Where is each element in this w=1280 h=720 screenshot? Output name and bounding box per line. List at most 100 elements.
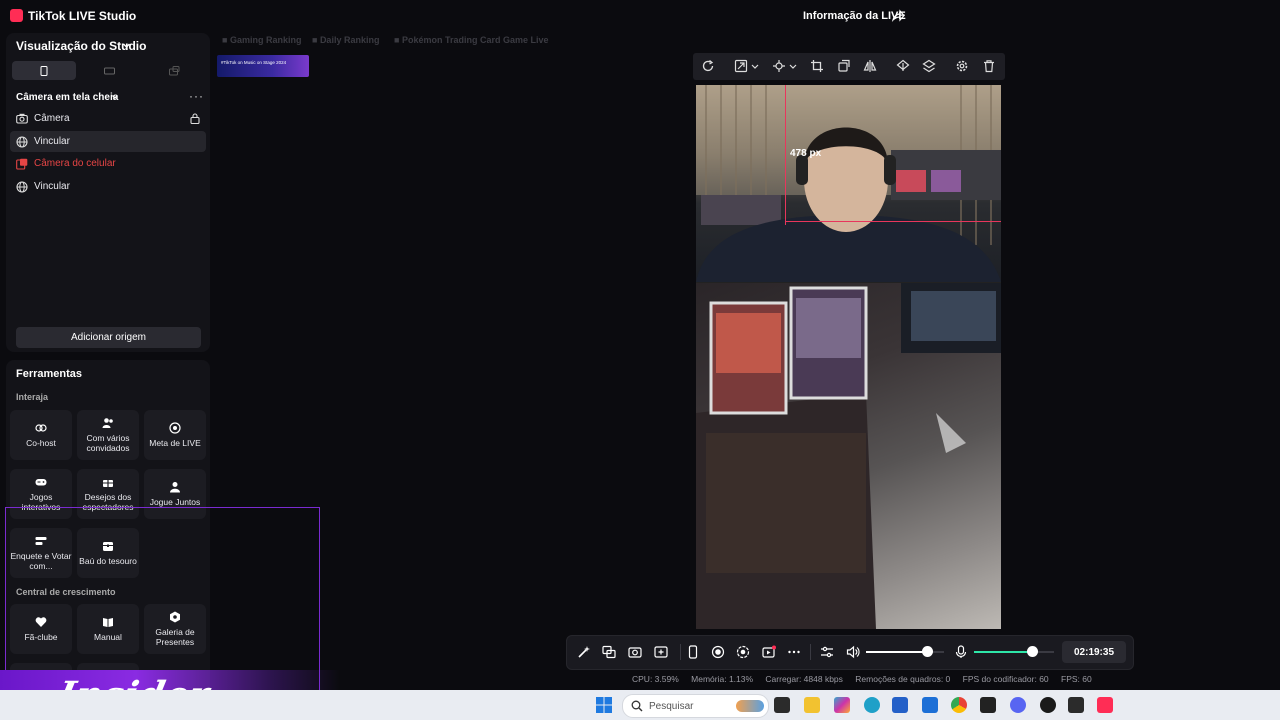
magic-wand-icon[interactable] [577,645,591,659]
portrait-icon [40,65,48,76]
dual-layout-icon [168,65,179,75]
mail-icon[interactable] [922,697,938,713]
chevron-down-icon[interactable] [751,59,759,73]
tool-label: Com vários convidados [86,433,130,453]
alignment-guide-vertical [785,85,786,225]
fps-stat: FPS: 60 [1061,674,1092,684]
trash-icon[interactable] [982,59,996,73]
users-icon [102,418,113,428]
memory-stat: Memória: 1.13% [691,674,754,684]
stats-bar: CPU: 3.59% Memória: 1.13% Carregar: 4848… [632,674,1102,684]
phone-icon[interactable] [686,645,700,659]
file-explorer-icon[interactable] [804,697,820,713]
edge-icon[interactable] [864,697,880,713]
add-source-button[interactable]: Adicionar origem [16,327,201,348]
speaker-icon[interactable] [846,645,860,659]
source-item-link-selected[interactable]: Vincular [10,131,206,152]
windows-start-icon[interactable] [596,697,612,713]
rotate-icon[interactable] [837,59,851,73]
landscape-layout-button[interactable] [77,61,141,80]
add-scene-icon[interactable] [654,645,668,659]
stream-preview[interactable]: 478 px [696,85,1001,629]
tools-title: Ferramentas [16,368,83,380]
upload-stat: Carregar: 4848 kbps [765,674,843,684]
tiktok-live-studio-icon[interactable] [1097,697,1113,713]
gift-icon [103,477,113,487]
tool-label: Meta de LIVE [149,438,201,448]
record-icon[interactable] [711,645,725,659]
tool-label: Jogue Juntos [149,497,201,507]
store-icon[interactable] [892,697,908,713]
lock-icon[interactable] [190,113,200,124]
source-item-phone-camera[interactable]: Câmera do celular [10,153,206,174]
clip-icon[interactable] [762,645,776,659]
source-label: Vincular [34,181,70,192]
volume-slider-fill [866,651,927,653]
tool-co-host[interactable]: Co-host [10,410,72,460]
chevron-down-icon[interactable] [789,59,797,73]
search-icon [631,700,643,712]
tab-pokemon-ranking[interactable]: ■ Pokémon Trading Card Game Live [394,35,548,45]
portrait-layout-button[interactable] [12,61,76,80]
tab-gaming-ranking[interactable]: ■ Gaming Ranking [222,35,301,45]
search-placeholder: Pesquisar [649,700,694,712]
refresh-icon[interactable] [701,59,715,73]
divider [680,644,681,660]
screenshot-icon[interactable] [628,645,642,659]
settings-icon[interactable] [955,59,969,73]
divider [810,644,811,660]
preview-toolbar [693,53,1005,80]
encoder-fps-stat: FPS do codificador: 60 [962,674,1049,684]
obs-icon[interactable] [1040,697,1056,713]
chevron-down-icon[interactable] [122,41,131,50]
source-item-camera[interactable]: Câmera [10,108,206,129]
tab-label: Daily Ranking [319,35,380,45]
transition-icon[interactable] [602,645,616,659]
globe-icon [16,180,28,193]
scene-more-button[interactable]: ··· [189,89,204,103]
mic-slider-fill [974,651,1032,653]
align-center-icon[interactable] [772,59,786,73]
tiktok-logo-icon [10,9,23,22]
task-view-icon[interactable] [774,697,790,713]
copilot-icon[interactable] [834,697,850,713]
fit-icon[interactable] [734,59,748,73]
webcam-scene [696,85,1001,282]
source-label: Câmera do celular [34,158,116,169]
live-timer: 02:19:35 [1062,641,1126,663]
layer-down-icon[interactable] [922,59,936,73]
volume-slider-thumb[interactable] [921,646,933,657]
audio-mixer-icon[interactable] [820,645,834,659]
mic-slider-thumb[interactable] [1026,646,1038,657]
tool-live-goal[interactable]: Meta de LIVE [144,410,206,460]
chrome-icon[interactable] [951,697,967,713]
capcut-icon[interactable] [980,697,996,713]
capcut-icon[interactable] [1068,697,1084,713]
microphone-icon[interactable] [954,645,968,659]
more-icon[interactable] [787,645,801,659]
source-item-link[interactable]: Vincular [10,176,206,197]
measure-label: 478 px [790,148,822,159]
replay-icon[interactable] [736,645,750,659]
share-icon[interactable] [891,9,905,23]
scene-title[interactable]: Câmera em tela cheia [16,92,118,103]
promo-banner[interactable]: #TikTok on Music on Stage 2024 [217,55,309,77]
layer-up-icon[interactable] [896,59,910,73]
tab-label: Pokémon Trading Card Game Live [401,35,549,45]
discord-icon[interactable] [1010,697,1026,713]
flip-icon[interactable] [863,59,877,73]
tool-multi-guest[interactable]: Com vários convidados [77,410,139,460]
trophy-icon: ■ [312,35,320,45]
tab-daily-ranking[interactable]: ■ Daily Ranking [312,35,379,45]
link-icon [35,424,47,432]
alignment-guide-horizontal [785,221,1001,222]
app-title: TikTok LIVE Studio [28,9,137,23]
taskbar-search[interactable]: Pesquisar [622,694,769,718]
chevron-down-icon[interactable] [111,93,119,101]
layout-selector [12,61,206,80]
crop-icon[interactable] [810,59,824,73]
phone-camera-icon [16,158,28,170]
person-icon [170,482,180,493]
gamepad-icon [35,479,47,486]
dual-layout-button[interactable] [142,61,206,80]
